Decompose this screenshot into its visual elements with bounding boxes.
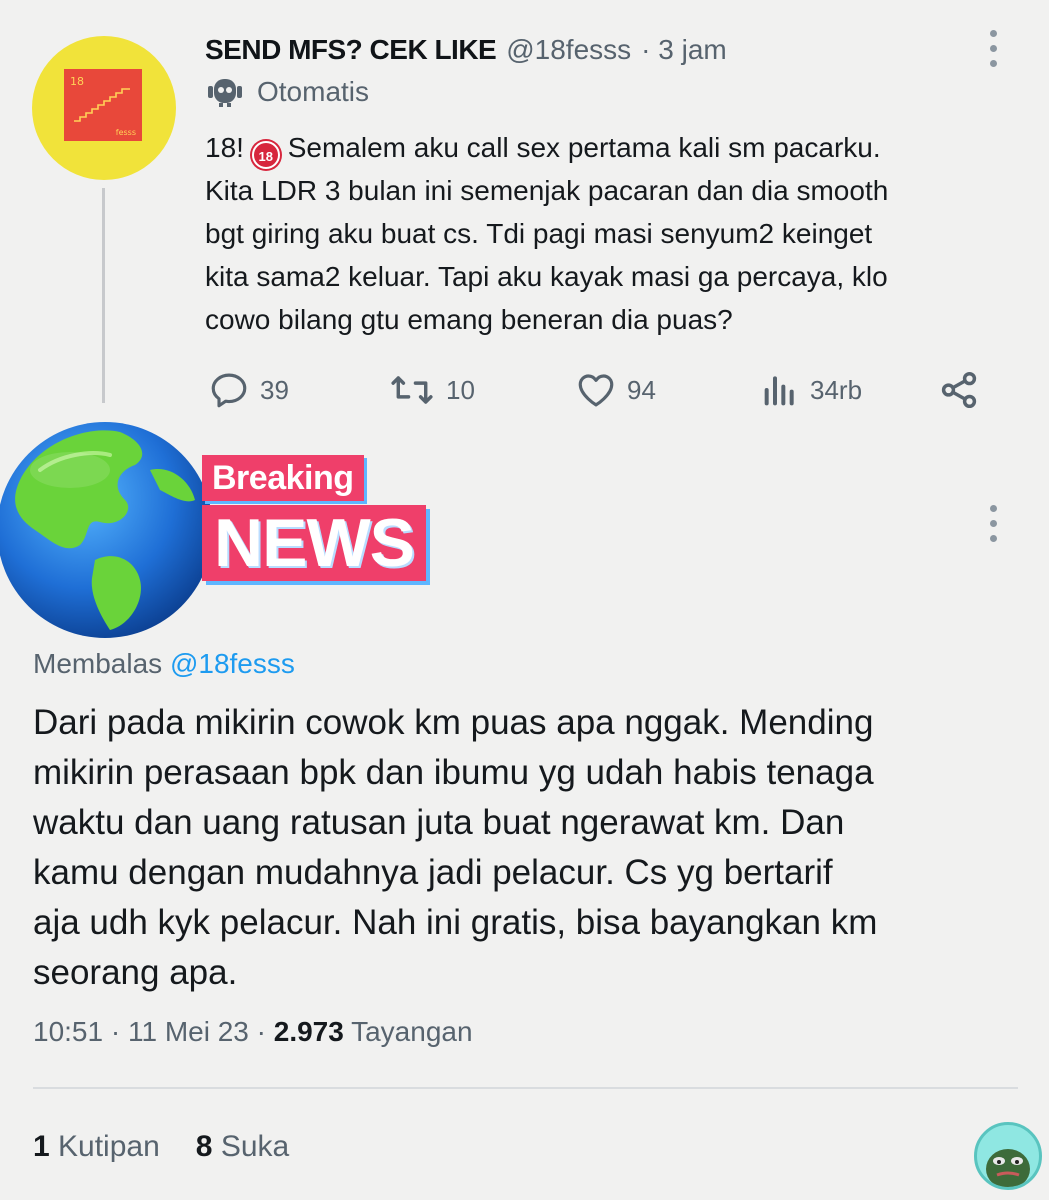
tweet-time[interactable]: · 3 jam <box>641 34 727 66</box>
text-lead: 18! <box>205 132 244 163</box>
quotes-count: 1 <box>33 1130 50 1163</box>
reply-text: Dari pada mikirin cowok km puas apa ngga… <box>33 703 878 992</box>
share-button[interactable] <box>938 366 980 414</box>
quotes-label: Kutipan <box>58 1130 160 1163</box>
tweet-header: SEND MFS? CEK LIKE @18fesss · 3 jam <box>205 30 727 70</box>
retweet-button[interactable]: 10 <box>388 366 475 414</box>
watermark-sticker <box>974 1122 1042 1190</box>
more-icon[interactable] <box>988 505 998 542</box>
automated-badge[interactable]: Otomatis <box>205 76 369 108</box>
like-icon <box>578 374 614 407</box>
stairs-graphic <box>74 88 130 122</box>
replying-to-label: Membalas <box>33 648 163 679</box>
retweet-icon <box>391 376 433 404</box>
like-button[interactable]: 94 <box>575 366 656 414</box>
views-label: Tayangan <box>351 1016 473 1047</box>
divider <box>33 1087 1018 1089</box>
reply-time[interactable]: 10:51 <box>33 1016 103 1047</box>
robot-icon <box>208 79 242 107</box>
news-banner: NEWS <box>202 505 426 581</box>
reply-count: 39 <box>260 374 289 405</box>
likes-count: 8 <box>195 1130 213 1163</box>
thread-line <box>102 188 105 403</box>
tweet-body: Semalem aku call sex pertama kali sm pac… <box>205 132 889 335</box>
like-count: 94 <box>627 374 656 405</box>
tweet-text: 18! 18 Semalem aku call sex pertama kali … <box>205 126 1025 341</box>
views-icon <box>764 376 794 406</box>
avatar-text: fesss <box>115 128 136 137</box>
reply-meta: 10:51 · 11 Mei 23 · 2.973 Tayangan <box>33 1016 473 1047</box>
breaking-banner: Breaking <box>202 455 364 501</box>
views-count: 34rb <box>810 374 863 405</box>
globe-avatar[interactable] <box>0 410 220 645</box>
replying-to: Membalas @18fesss <box>33 648 295 680</box>
display-name[interactable]: SEND MFS? CEK LIKE <box>205 34 497 66</box>
engagement-stats: 1 Kutipan 8 Suka <box>33 1130 289 1164</box>
avatar-logo: 18 fesss <box>64 69 142 141</box>
reply-date[interactable]: 11 Mei 23 <box>128 1016 249 1047</box>
author-handle[interactable]: @18fesss <box>506 34 631 66</box>
retweet-count: 10 <box>446 374 475 405</box>
share-icon <box>941 371 977 409</box>
quotes-link[interactable]: 1 Kutipan <box>33 1130 160 1164</box>
frog-icon <box>986 1149 1030 1187</box>
replying-to-handle[interactable]: @18fesss <box>170 648 295 679</box>
views-count: 2.973 <box>273 1016 344 1047</box>
automated-label: Otomatis <box>257 76 370 107</box>
eighteen-plus-icon: 18 <box>251 141 280 169</box>
likes-link[interactable]: 8 Suka <box>196 1130 289 1164</box>
more-icon[interactable] <box>988 30 998 67</box>
reply-icon <box>211 373 247 408</box>
likes-label: Suka <box>220 1130 290 1163</box>
reply-button[interactable]: 39 <box>208 366 289 414</box>
views-button[interactable]: 34rb <box>760 366 862 414</box>
